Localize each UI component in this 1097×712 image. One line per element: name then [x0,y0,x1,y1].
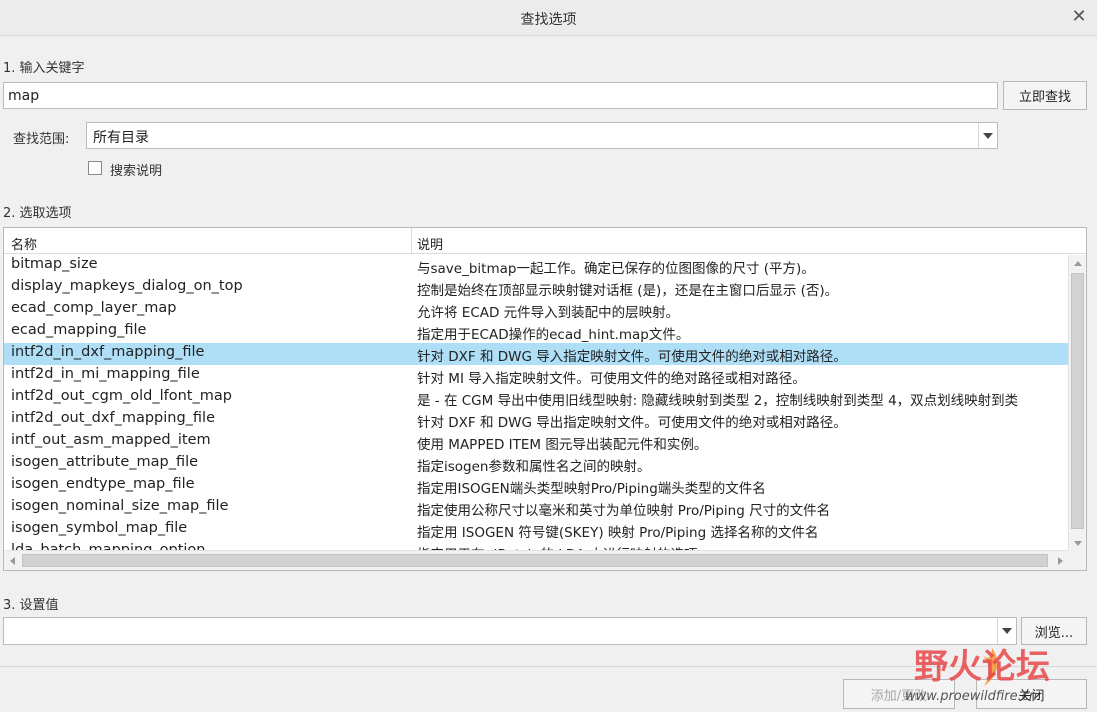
scroll-right-icon[interactable] [1052,553,1068,569]
table-row[interactable]: ecad_comp_layer_map 允许将 ECAD 元件导入到装配中的层映射… [4,299,1068,321]
close-icon[interactable]: ✕ [1069,6,1089,28]
table-row[interactable]: intf2d_out_cgm_old_lfont_map 是 - 在 CGM 导出… [4,387,1068,409]
horizontal-scroll-thumb[interactable] [22,554,1048,567]
search-now-button[interactable]: 立即查找 [1003,81,1087,110]
option-name-cell: ecad_mapping_file [11,322,147,338]
value-dropdown[interactable] [3,617,1017,645]
option-name-cell: ecad_comp_layer_map [11,300,177,316]
table-row[interactable]: ecad_mapping_file 指定用于ECAD操作的ecad_hint.ma… [4,321,1068,343]
option-name-cell: isogen_endtype_map_file [11,476,195,492]
option-description-cell: 控制是始终在顶部显示映射键对话框 (是)，还是在主窗口后显示 (否)。 [417,283,839,299]
option-name-cell: intf2d_out_cgm_old_lfont_map [11,388,232,404]
option-name-cell: display_mapkeys_dialog_on_top [11,278,243,294]
scrollbar-corner [1068,550,1086,570]
table-row[interactable]: display_mapkeys_dialog_on_top 控制是始终在顶部显示映… [4,277,1068,299]
table-row[interactable]: intf2d_in_dxf_mapping_file 针对 DXF 和 DWG 导… [4,343,1068,365]
table-row[interactable]: intf_out_asm_mapped_item 使用 MAPPED ITEM 图… [4,431,1068,453]
option-description-cell: 指定用于ECAD操作的ecad_hint.map文件。 [417,327,690,343]
option-name-cell: bitmap_size [11,256,98,272]
table-row[interactable]: isogen_nominal_size_map_file 指定使用公称尺寸以毫米和… [4,497,1068,519]
table-row[interactable]: isogen_attribute_map_file 指定isogen参数和属性名之… [4,453,1068,475]
option-name-cell: isogen_symbol_map_file [11,520,188,536]
table-row[interactable]: bitmap_size 与save_bitmap一起工作。确定已保存的位图图像的尺… [4,255,1068,277]
footer-divider [0,666,1097,667]
option-name-cell: isogen_nominal_size_map_file [11,498,229,514]
scroll-up-icon[interactable] [1069,255,1086,271]
option-name-cell: intf2d_in_dxf_mapping_file [11,344,205,360]
scope-value: 所有目录 [93,130,149,146]
option-description-cell: 是 - 在 CGM 导出中使用旧线型映射: 隐藏线映射到类型 2，控制线映射到类… [417,393,1019,409]
option-description-cell: 指定使用公称尺寸以毫米和英寸为单位映射 Pro/Piping 尺寸的文件名 [417,503,831,519]
vertical-scrollbar[interactable] [1068,255,1086,551]
option-name-cell: intf_out_asm_mapped_item [11,432,211,448]
table-header: 名称 说明 [4,228,1086,254]
option-name-cell: intf2d_in_mi_mapping_file [11,366,200,382]
scroll-left-icon[interactable] [4,553,20,569]
keyword-input[interactable] [3,82,998,109]
table-row[interactable]: intf2d_in_mi_mapping_file 针对 MI 导入指定映射文件。… [4,365,1068,387]
step1-label: 1. 输入关键字 [3,61,85,76]
options-table: 名称 说明 bitmap_size 与save_bitmap一起工作。确定已保存的… [3,227,1087,571]
search-description-label: 搜索说明 [110,164,163,179]
table-body: bitmap_size 与save_bitmap一起工作。确定已保存的位图图像的尺… [4,255,1068,551]
scroll-down-icon[interactable] [1069,535,1086,551]
step3-label: 3. 设置值 [3,598,59,613]
chevron-down-icon[interactable] [978,123,997,148]
column-header-description[interactable]: 说明 [417,234,443,253]
table-row[interactable]: isogen_endtype_map_file 指定用ISOGEN端头类型映射Pr… [4,475,1068,497]
vertical-scroll-thumb[interactable] [1071,273,1084,529]
option-description-cell: 指定用 ISOGEN 符号键(SKEY) 映射 Pro/Piping 选择名称的… [417,525,819,541]
option-description-cell: 针对 DXF 和 DWG 导出指定映射文件。可使用文件的绝对或相对路径。 [417,415,847,431]
option-name-cell: isogen_attribute_map_file [11,454,199,470]
scope-dropdown[interactable]: 所有目录 [86,122,998,149]
column-divider[interactable] [411,228,412,254]
option-description-cell: 指定isogen参数和属性名之间的映射。 [417,459,651,475]
column-header-name[interactable]: 名称 [11,234,37,253]
add-change-button[interactable]: 添加/更改 [843,679,955,709]
table-row[interactable]: isogen_symbol_map_file 指定用 ISOGEN 符号键(SKE… [4,519,1068,541]
search-description-checkbox[interactable] [88,161,102,175]
step2-label: 2. 选取选项 [3,206,72,221]
option-description-cell: 针对 DXF 和 DWG 导入指定映射文件。可使用文件的绝对或相对路径。 [417,349,847,365]
window-title: 查找选项 [520,12,577,28]
close-button[interactable]: 关闭 [976,679,1087,709]
chevron-down-icon[interactable] [997,618,1016,644]
title-bar: 查找选项 ✕ [0,0,1097,36]
option-description-cell: 允许将 ECAD 元件导入到装配中的层映射。 [417,305,680,321]
option-description-cell: 与save_bitmap一起工作。确定已保存的位图图像的尺寸 (平方)。 [417,261,815,277]
option-description-cell: 指定用ISOGEN端头类型映射Pro/Piping端头类型的文件名 [417,481,766,497]
horizontal-scrollbar[interactable] [4,550,1068,570]
option-name-cell: intf2d_out_dxf_mapping_file [11,410,215,426]
option-description-cell: 针对 MI 导入指定映射文件。可使用文件的绝对路径或相对路径。 [417,371,806,387]
option-description-cell: 使用 MAPPED ITEM 图元导出装配元件和实例。 [417,437,708,453]
scope-label: 查找范围: [13,132,70,147]
browse-button[interactable]: 浏览... [1021,617,1087,645]
table-row[interactable]: intf2d_out_dxf_mapping_file 针对 DXF 和 DWG … [4,409,1068,431]
